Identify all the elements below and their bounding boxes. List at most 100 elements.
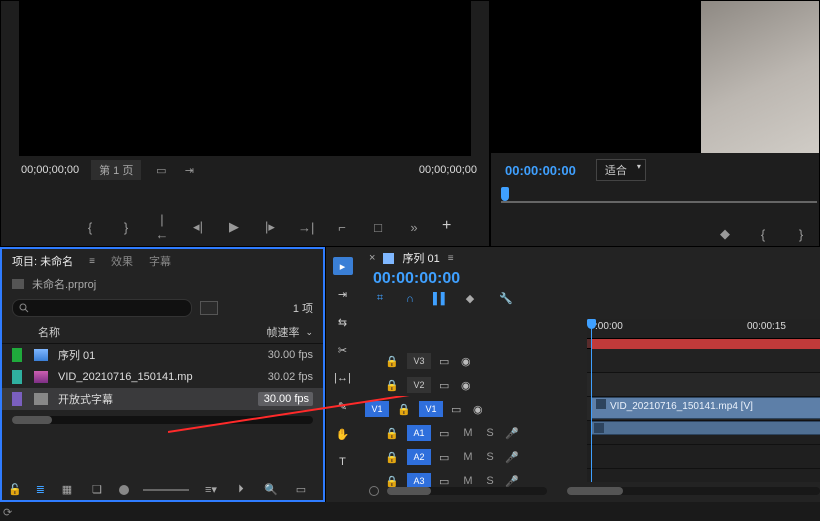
project-scroll-thumb[interactable]	[12, 416, 52, 424]
step-forward-icon[interactable]: |▸	[262, 219, 278, 235]
track-badge[interactable]: V2	[407, 377, 431, 393]
pen-tool-icon[interactable]: ✎	[333, 397, 353, 415]
clip-audio[interactable]	[591, 421, 820, 435]
program-scrubber[interactable]	[501, 187, 817, 205]
tab-effects[interactable]: 效果	[111, 253, 133, 269]
close-tab-icon[interactable]: ×	[369, 252, 375, 264]
bin-icon[interactable]	[200, 301, 218, 315]
fit-width-icon[interactable]: ⇥	[181, 164, 197, 177]
solo-icon[interactable]: S	[483, 451, 497, 463]
insert-icon[interactable]: ⌐	[334, 220, 350, 235]
track-badge[interactable]: V1	[419, 401, 443, 417]
project-row-caption[interactable]: 开放式字幕 30.00 fps	[2, 388, 323, 410]
type-tool-icon[interactable]: T	[333, 453, 353, 471]
overwrite-icon[interactable]: □	[370, 220, 386, 235]
settings-icon[interactable]: 🔧	[499, 292, 513, 305]
mark-in-icon[interactable]: {	[82, 220, 98, 235]
zoom-handle-icon[interactable]	[369, 486, 379, 496]
tab-captions[interactable]: 字幕	[149, 253, 171, 269]
icon-view-icon[interactable]: ▦	[59, 483, 75, 496]
eye-icon[interactable]: ◉	[461, 355, 475, 368]
mark-in-icon[interactable]: {	[755, 227, 771, 242]
sync-lock-icon[interactable]: ▭	[439, 379, 453, 392]
automate-icon[interactable]: ⏵	[233, 483, 249, 496]
time-ruler[interactable]: :00:00 00:00:15	[587, 319, 820, 339]
panel-menu-icon[interactable]: ≡	[89, 256, 95, 267]
track-header-v3[interactable]: 🔒 V3 ▭ ◉	[359, 349, 587, 373]
format-icon[interactable]: ▭	[153, 164, 169, 177]
lock-icon[interactable]: 🔒	[385, 355, 399, 368]
voiceover-icon[interactable]: 🎤	[505, 427, 519, 440]
track-header-v2[interactable]: 🔒 V2 ▭ ◉	[359, 373, 587, 397]
lock-icon[interactable]: 🔒	[385, 451, 399, 464]
track-badge[interactable]: A1	[407, 425, 431, 441]
sync-lock-icon[interactable]: ▭	[439, 451, 453, 464]
source-canvas[interactable]	[19, 1, 471, 156]
eye-icon[interactable]: ◉	[461, 379, 475, 392]
clip-video[interactable]: VID_20210716_150141.mp4 [V]	[591, 397, 820, 419]
track-header-a2[interactable]: 🔒 A2 ▭ M S 🎤	[359, 445, 587, 469]
program-canvas[interactable]	[701, 1, 819, 153]
track-badge[interactable]: V3	[407, 353, 431, 369]
add-button-icon[interactable]: +	[442, 219, 458, 235]
page-indicator[interactable]: 第 1 页	[91, 160, 141, 180]
scroll-thumb[interactable]	[567, 487, 623, 495]
marker-icon[interactable]: ◆	[463, 292, 477, 305]
tab-project[interactable]: 项目: 未命名	[12, 253, 73, 269]
project-row-sequence[interactable]: 序列 01 30.00 fps	[2, 344, 323, 366]
sync-lock-icon[interactable]: ▭	[451, 403, 465, 416]
snap-icon[interactable]: ⌗	[373, 292, 387, 305]
source-patch-v1[interactable]: V1	[365, 401, 389, 417]
program-timecode[interactable]: 00:00:00:00	[505, 163, 576, 178]
track-v2[interactable]	[587, 373, 820, 397]
panel-menu-icon[interactable]: ≡	[448, 253, 454, 264]
lock-icon[interactable]: 🔒	[397, 403, 411, 416]
track-a3[interactable]	[587, 469, 820, 482]
track-height-slider[interactable]	[387, 487, 547, 495]
project-h-scrollbar[interactable]	[12, 416, 313, 424]
track-a2[interactable]	[587, 445, 820, 469]
play-icon[interactable]: ▶	[226, 219, 242, 235]
export-frame-icon[interactable]: »	[406, 220, 422, 235]
voiceover-icon[interactable]: 🎤	[505, 451, 519, 464]
new-bin-icon[interactable]: ▭	[293, 483, 309, 496]
slip-tool-icon[interactable]: |↔|	[333, 369, 353, 387]
track-badge[interactable]: A2	[407, 449, 431, 465]
zoom-handle-icon[interactable]	[119, 485, 129, 495]
chevron-down-icon[interactable]: ⌄	[305, 327, 313, 338]
list-view-icon[interactable]: ≣	[36, 483, 45, 496]
linked-selection-icon[interactable]: ∩	[403, 293, 417, 305]
ripple-edit-tool-icon[interactable]: ⇆	[333, 313, 353, 331]
track-select-tool-icon[interactable]: ⇥	[333, 285, 353, 303]
playhead[interactable]	[591, 319, 592, 482]
sync-lock-icon[interactable]: ▭	[439, 355, 453, 368]
sort-icon[interactable]: ≡▾	[203, 483, 219, 496]
write-lock-icon[interactable]: 🔓	[8, 483, 22, 496]
zoom-slider[interactable]	[143, 489, 189, 491]
creative-cloud-icon[interactable]: ⟳	[3, 506, 12, 519]
scrubber-track[interactable]	[501, 201, 817, 203]
track-header-v1[interactable]: V1 🔒 V1 ▭ ◉	[359, 397, 587, 421]
razor-tool-icon[interactable]: ✂	[333, 341, 353, 359]
step-back-icon[interactable]: ◂|	[190, 219, 206, 235]
search-input[interactable]	[12, 299, 192, 317]
slider-thumb[interactable]	[387, 487, 431, 495]
solo-icon[interactable]: S	[483, 427, 497, 439]
freeform-view-icon[interactable]: ❏	[89, 483, 105, 496]
track-header-a1[interactable]: 🔒 A1 ▭ M S 🎤	[359, 421, 587, 445]
col-name-header[interactable]: 名称	[12, 324, 229, 340]
project-row-video[interactable]: VID_20210716_150141.mp 30.02 fps	[2, 366, 323, 388]
eye-icon[interactable]: ◉	[473, 403, 487, 416]
timeline-sequence-name[interactable]: 序列 01	[402, 250, 439, 266]
lock-icon[interactable]: 🔒	[385, 427, 399, 440]
selection-tool-icon[interactable]: ▸	[333, 257, 353, 275]
scrubber-playhead[interactable]	[501, 187, 509, 201]
timeline-timecode[interactable]: 00:00:00:00	[359, 269, 820, 289]
hand-tool-icon[interactable]: ✋	[333, 425, 353, 443]
lock-icon[interactable]: 🔒	[385, 379, 399, 392]
zoom-fit-dropdown[interactable]: 适合	[596, 159, 646, 181]
add-marker-icon[interactable]: ▌▌	[433, 293, 447, 305]
col-fps-header[interactable]: 帧速率	[229, 324, 299, 340]
track-v3[interactable]	[587, 349, 820, 373]
timeline-tracks-area[interactable]: :00:00 00:00:15 VID_20210716_150141.mp4 …	[587, 319, 820, 482]
